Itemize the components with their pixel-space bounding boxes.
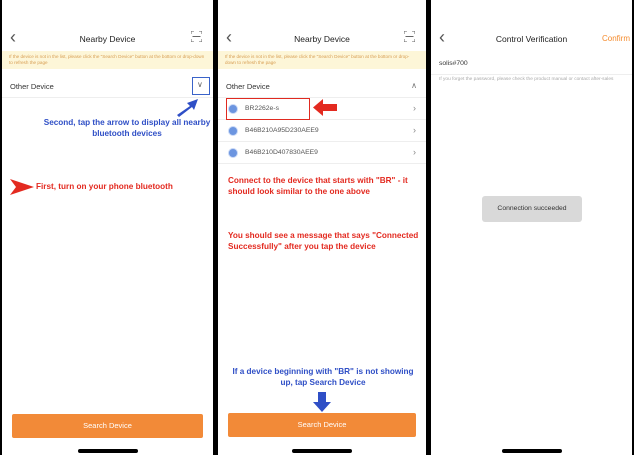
instruction-first: First, turn on your phone bluetooth <box>36 182 173 191</box>
blue-down-arrow-annotation-icon <box>313 392 331 412</box>
screen-nearby-device-step2: ‹ Nearby Device If the device is not in … <box>218 0 426 455</box>
refresh-notice: If the device is not in the list, please… <box>2 51 213 69</box>
instruction-message: You should see a message that says "Conn… <box>228 231 419 251</box>
scan-icon[interactable] <box>191 31 202 42</box>
device-highlight-box <box>226 98 310 120</box>
confirm-button[interactable]: Confirm <box>602 34 630 43</box>
bluetooth-device-icon <box>228 148 238 158</box>
scan-icon[interactable] <box>404 31 415 42</box>
expand-arrow-button[interactable]: ∨ <box>192 77 210 95</box>
divider <box>431 74 632 75</box>
other-device-section[interactable]: Other Device ∧ <box>218 74 426 98</box>
instruction-search: If a device beginning with "BR" is not s… <box>232 367 414 387</box>
search-device-button[interactable]: Search Device <box>228 413 416 437</box>
device-name: B46B210A95D230AEE9 <box>245 127 319 134</box>
home-indicator <box>292 449 352 453</box>
refresh-notice: If the device is not in the list, please… <box>218 51 426 69</box>
password-hint: If you forget the password, please check… <box>439 77 614 82</box>
home-indicator <box>77 449 138 453</box>
password-field[interactable]: solis#700 <box>439 60 468 67</box>
section-label: Other Device <box>226 82 270 91</box>
device-item[interactable]: B46B210D407830AEE9 › <box>218 142 426 164</box>
connection-toast: Connection succeeded <box>482 196 582 222</box>
section-label: Other Device <box>10 82 54 91</box>
red-arrow-annotation-icon <box>10 179 34 195</box>
search-device-button[interactable]: Search Device <box>12 414 203 438</box>
page-title: Nearby Device <box>79 34 136 44</box>
chevron-down-icon: ∨ <box>197 80 203 89</box>
chevron-up-icon[interactable]: ∧ <box>411 81 417 90</box>
header: ‹ Nearby Device <box>218 0 426 50</box>
chevron-right-icon: › <box>413 103 416 113</box>
chevron-right-icon: › <box>413 125 416 135</box>
chevron-right-icon: › <box>413 147 416 157</box>
blue-arrow-annotation-icon <box>177 99 198 117</box>
page-title: Nearby Device <box>294 34 350 44</box>
instruction-connect: Connect to the device that starts with "… <box>228 176 408 196</box>
screen-nearby-device-step1: ‹ Nearby Device If the device is not in … <box>2 0 213 455</box>
home-indicator <box>501 449 562 453</box>
red-arrow-annotation-icon <box>313 99 337 116</box>
other-device-section[interactable]: Other Device ∨ <box>2 74 213 98</box>
instruction-second: Second, tap the arrow to display all nea… <box>43 118 211 138</box>
header: ‹ Control Verification Confirm <box>431 0 632 50</box>
device-item[interactable]: B46B210A95D230AEE9 › <box>218 120 426 142</box>
device-name: B46B210D407830AEE9 <box>245 149 318 156</box>
screen-control-verification: ‹ Control Verification Confirm solis#700… <box>431 0 632 455</box>
header: ‹ Nearby Device <box>2 0 213 50</box>
bluetooth-device-icon <box>228 126 238 136</box>
